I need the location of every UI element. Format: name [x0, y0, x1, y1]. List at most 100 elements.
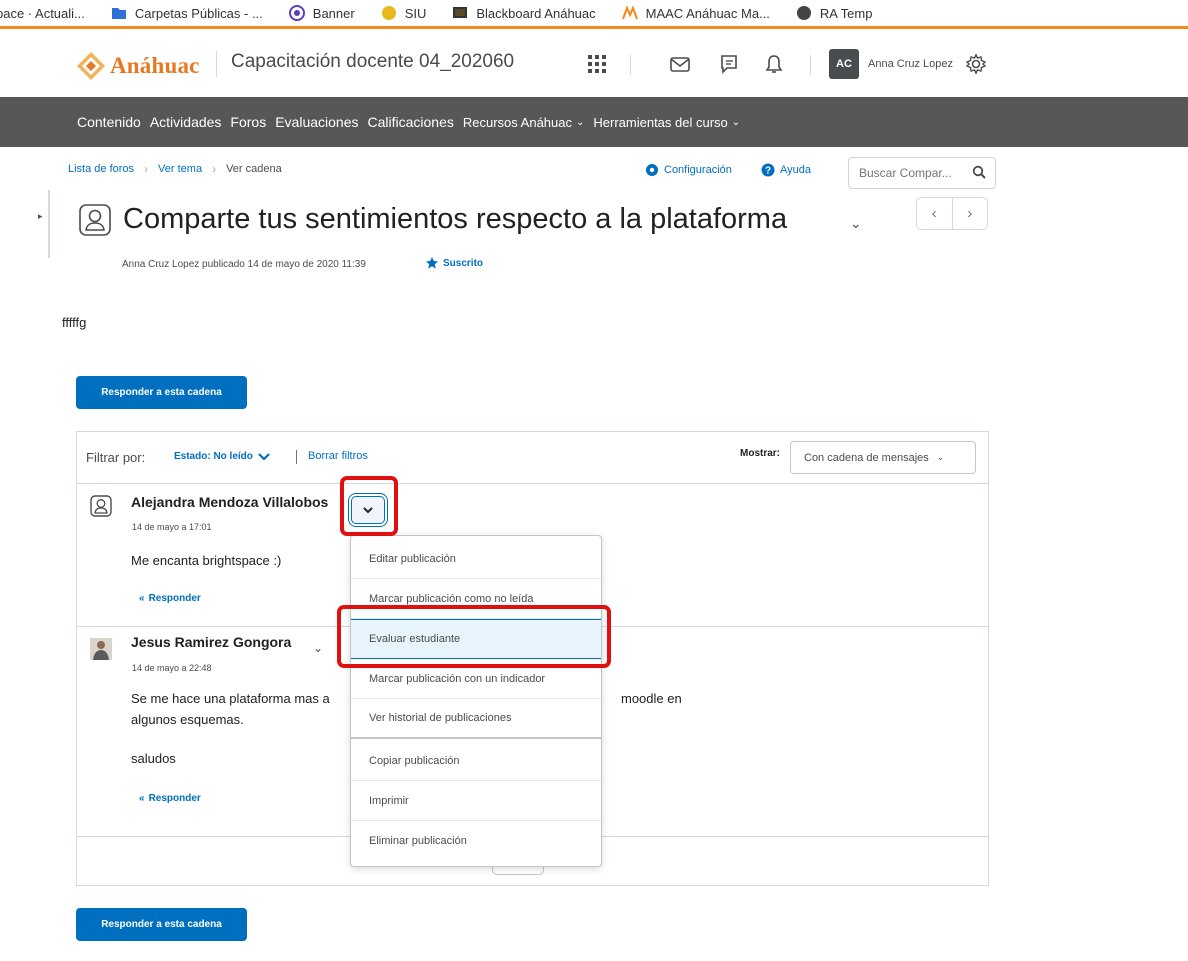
grid-icon[interactable] — [586, 53, 608, 75]
user-avatar-icon — [90, 495, 112, 517]
help-icon: ? — [761, 163, 775, 177]
nav-label: Herramientas del curso — [593, 114, 728, 130]
bookmark-item[interactable]: SIU — [381, 5, 427, 21]
menu-item-history[interactable]: Ver historial de publicaciones — [351, 699, 601, 739]
caret-right-icon[interactable]: ▸ — [38, 211, 43, 222]
filter-state-dropdown[interactable]: Estado: No leído — [174, 451, 270, 462]
next-icon[interactable]: › — [953, 198, 988, 229]
search-icon[interactable] — [972, 165, 986, 179]
reply-icon: « — [139, 793, 145, 804]
chevron-right-icon: › — [212, 162, 217, 176]
bookmark-item[interactable]: Blackboard Anáhuac — [452, 5, 596, 21]
settings-label: Configuración — [664, 164, 732, 176]
menu-item-print[interactable]: Imprimir — [351, 781, 601, 821]
reply-thread-button[interactable]: Responder a esta cadena — [76, 376, 247, 409]
folder-icon — [111, 5, 127, 21]
divider — [810, 55, 811, 75]
blackboard-icon — [452, 5, 468, 21]
user-avatar[interactable]: AC — [829, 49, 859, 79]
subscribed-toggle[interactable]: Suscrito — [425, 256, 483, 270]
divider — [216, 51, 217, 77]
nav-item-calificaciones[interactable]: Calificaciones — [368, 114, 454, 130]
post-context-menu: Editar publicación Marcar publicación co… — [350, 535, 602, 867]
post-text: Se me hace una plataforma mas a — [131, 691, 330, 706]
breadcrumb: Lista de foros › Ver tema › Ver cadena — [68, 162, 282, 176]
reply-label: Responder — [148, 593, 201, 604]
nav-label: Contenido — [77, 114, 141, 130]
reply-thread-button-bottom[interactable]: Responder a esta cadena — [76, 908, 247, 941]
chat-icon[interactable] — [718, 53, 740, 75]
breadcrumb-link[interactable]: Ver tema — [158, 163, 202, 175]
chevron-down-icon: ⌄ — [731, 116, 741, 128]
side-panel-toggle[interactable] — [48, 190, 50, 258]
bookmark-label: SIU — [404, 5, 427, 21]
show-label: Mostrar: — [740, 448, 781, 459]
bookmark-item[interactable]: MAAC Anáhuac Ma... — [621, 5, 770, 21]
logo[interactable]: Anáhuac — [76, 51, 200, 81]
post-text: algunos esquemas. — [131, 712, 244, 727]
bookmark-item[interactable]: Banner — [288, 5, 355, 21]
chevron-down-icon — [258, 452, 270, 461]
menu-item-edit[interactable]: Editar publicación — [351, 539, 601, 579]
breadcrumb-current: Ver cadena — [226, 163, 282, 175]
reply-label: Responder — [148, 793, 201, 804]
filter-bar: Filtrar por: Estado: No leído Borrar fil… — [77, 432, 988, 484]
post-date: 14 de mayo a 17:01 — [132, 522, 212, 532]
chevron-down-icon: ⌄ — [576, 116, 585, 128]
chevron-down-icon[interactable]: ⌄ — [313, 641, 323, 655]
search-box — [848, 157, 996, 189]
menu-item-delete[interactable]: Eliminar publicación — [351, 821, 601, 861]
nav-label: Calificaciones — [367, 114, 454, 130]
nav-item-recursos[interactable]: Recursos Anáhuac ⌄ — [463, 115, 585, 130]
nav-label: Foros — [230, 114, 267, 130]
post-text: Me encanta brightspace :) — [131, 553, 282, 568]
bookmark-label: pace · Actuali... — [0, 5, 85, 21]
page-title: Comparte tus sentimientos respecto a la … — [123, 203, 788, 235]
reply-link[interactable]: « Responder — [139, 793, 201, 804]
minibar: Anáhuac Capacitación docente 04_202060 A… — [0, 29, 1188, 97]
user-photo — [90, 638, 112, 660]
post-author[interactable]: Jesus Ramirez Gongora — [131, 634, 291, 650]
filter-state-label: Estado: No leído — [174, 451, 253, 462]
bell-icon[interactable] — [763, 53, 785, 75]
nav-item-evaluaciones[interactable]: Evaluaciones — [275, 114, 358, 130]
bookmark-item[interactable]: RA Temp — [796, 5, 873, 21]
bookmark-item[interactable]: pace · Actuali... — [0, 6, 85, 21]
subscribed-label: Suscrito — [443, 257, 484, 269]
show-select[interactable]: Con cadena de mensajes ⌄ — [790, 441, 976, 474]
reply-link[interactable]: « Responder — [139, 593, 201, 604]
help-link[interactable]: ? Ayuda — [761, 163, 811, 177]
previous-icon[interactable]: ‹ — [917, 198, 953, 229]
nav-item-foros[interactable]: Foros — [230, 114, 266, 130]
chevron-down-icon[interactable]: ⌄ — [850, 215, 862, 232]
logo-text: Anáhuac — [110, 53, 200, 78]
bookmarks-bar: pace · Actuali... Carpetas Públicas - ..… — [0, 0, 1188, 26]
breadcrumb-link[interactable]: Lista de foros — [68, 163, 134, 175]
post-author[interactable]: Alejandra Mendoza Villalobos — [131, 494, 328, 510]
settings-link[interactable]: Configuración — [645, 163, 732, 177]
show-select-value: Con cadena de mensajes — [804, 451, 929, 464]
bookmark-item[interactable]: Carpetas Públicas - ... — [111, 5, 263, 21]
clear-filters-link[interactable]: Borrar filtros — [308, 450, 368, 462]
user-name[interactable]: Anna Cruz Lopez — [868, 58, 953, 70]
gear-icon[interactable] — [965, 53, 987, 75]
filter-label: Filtrar por: — [86, 450, 146, 465]
post-meta: Anna Cruz Lopez publicado 14 de mayo de … — [122, 259, 366, 270]
bookmark-label: RA Temp — [819, 5, 873, 21]
divider — [630, 55, 631, 75]
divider — [296, 450, 297, 464]
gear-icon — [646, 164, 658, 176]
nav-item-actividades[interactable]: Actividades — [150, 114, 222, 130]
user-avatar-icon — [79, 204, 111, 236]
course-title[interactable]: Capacitación docente 04_202060 — [231, 51, 514, 73]
nav-label: Evaluaciones — [275, 114, 359, 130]
nav-item-herramientas[interactable]: Herramientas del curso ⌄ — [593, 115, 740, 130]
search-input[interactable] — [859, 166, 959, 180]
highlight-box — [340, 476, 398, 536]
mail-icon[interactable] — [669, 53, 691, 75]
bookmark-label: Blackboard Anáhuac — [476, 5, 596, 21]
chevron-down-icon: ⌄ — [936, 452, 945, 462]
bookmark-label: Carpetas Públicas - ... — [134, 5, 263, 21]
menu-item-copy[interactable]: Copiar publicación — [351, 741, 601, 781]
nav-item-contenido[interactable]: Contenido — [77, 114, 141, 130]
